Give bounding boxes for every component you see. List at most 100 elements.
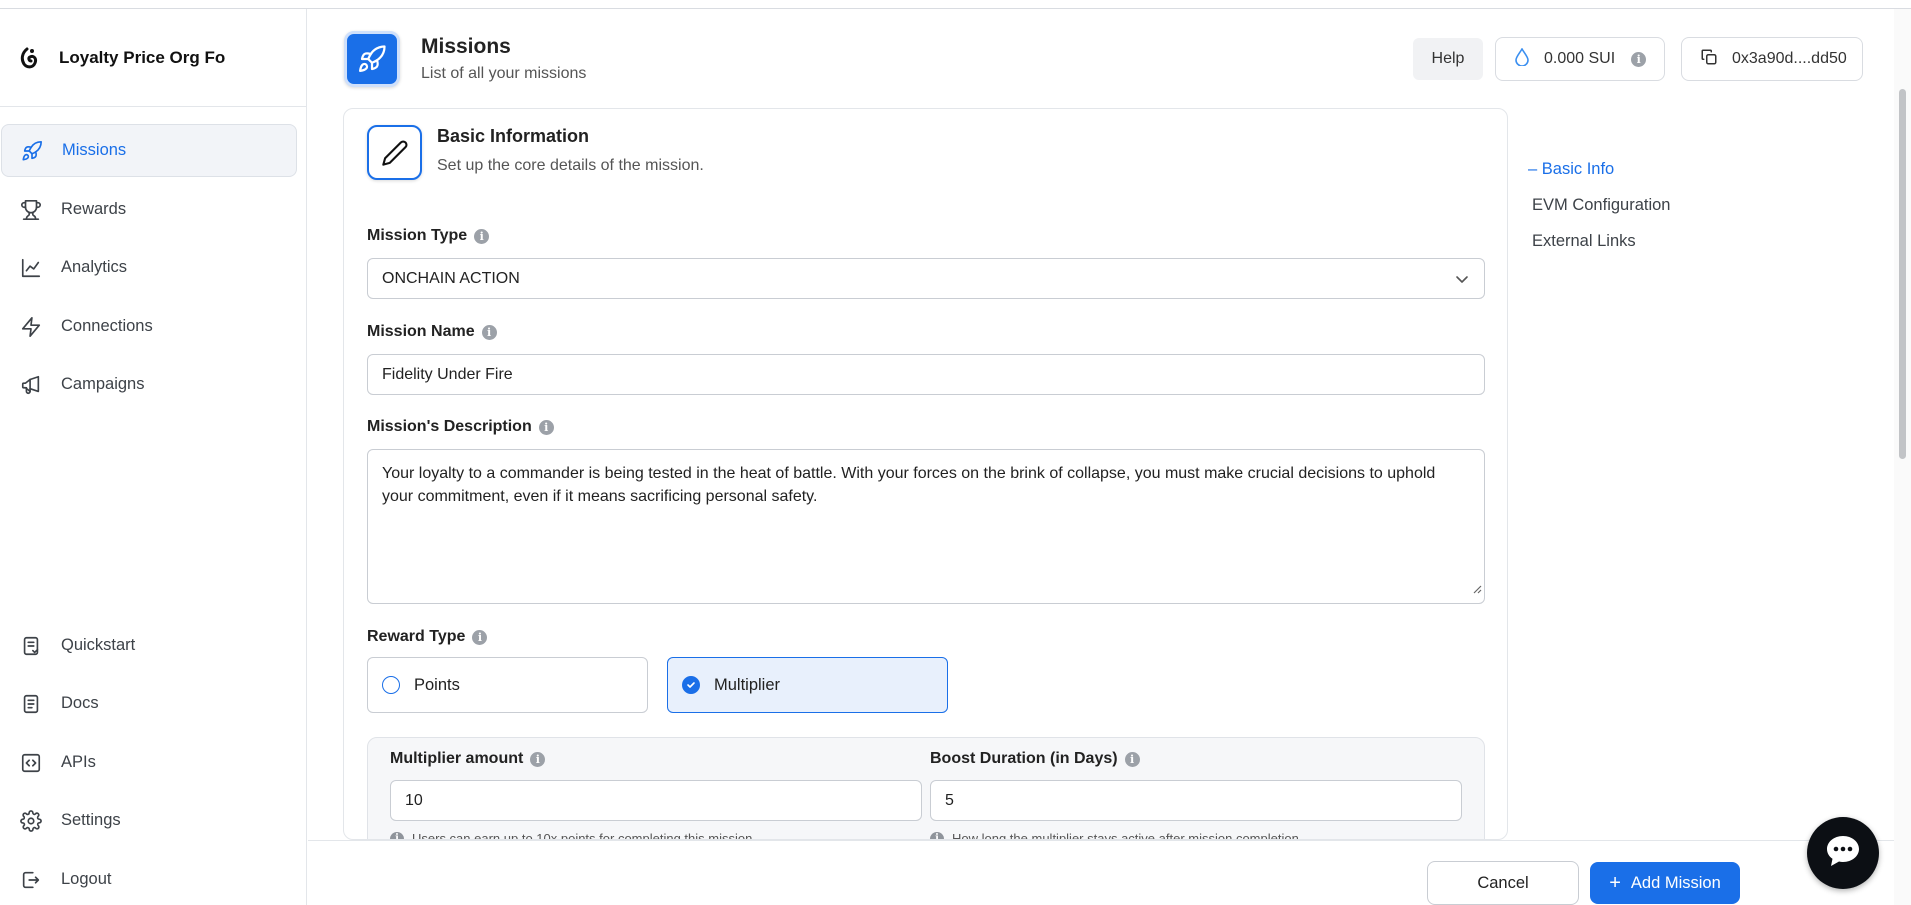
sidebar-item-quickstart[interactable]: Quickstart xyxy=(1,619,297,672)
mission-type-value: ONCHAIN ACTION xyxy=(382,269,520,287)
info-icon: i xyxy=(1631,51,1647,67)
help-button[interactable]: Help xyxy=(1413,38,1483,80)
mission-name-input[interactable]: Fidelity Under Fire xyxy=(367,354,1485,395)
basic-info-card: Basic Information Set up the core detail… xyxy=(343,108,1508,840)
sidebar-item-label: Campaigns xyxy=(61,375,145,393)
toc-item-evm-configuration[interactable]: EVM Configuration xyxy=(1532,196,1671,215)
logout-icon xyxy=(19,868,43,892)
info-icon[interactable]: i xyxy=(474,228,490,244)
multiplier-input[interactable]: 10 xyxy=(390,780,922,821)
megaphone-icon xyxy=(19,373,43,397)
reward-option-label: Multiplier xyxy=(714,675,781,694)
sidebar-item-label: Docs xyxy=(61,694,99,712)
description-label: Mission's Description i xyxy=(367,418,554,436)
mission-type-label-text: Mission Type xyxy=(367,227,468,244)
toc-item-external-links[interactable]: External Links xyxy=(1532,232,1636,251)
org-logo-icon xyxy=(18,47,40,69)
boost-duration-hint-text: How long the multiplier stays active aft… xyxy=(952,831,1299,840)
info-icon[interactable]: i xyxy=(481,324,497,340)
description-textarea[interactable]: Your loyalty to a commander is being tes… xyxy=(367,449,1485,604)
sidebar-item-logout[interactable]: Logout xyxy=(1,853,297,905)
multiplier-hint: i Users can earn up to 10x points for co… xyxy=(390,831,753,840)
reward-type-label-text: Reward Type xyxy=(367,628,466,645)
chevron-down-icon xyxy=(1454,271,1470,292)
resize-handle-icon[interactable] xyxy=(1472,578,1482,601)
gear-icon xyxy=(19,809,43,833)
plus-icon: + xyxy=(1609,872,1621,894)
sidebar-item-label: Rewards xyxy=(61,200,127,218)
wallet-address: 0x3a90d....dd50 xyxy=(1732,50,1847,67)
sidebar-item-label: Quickstart xyxy=(61,636,136,654)
info-icon[interactable]: i xyxy=(472,629,488,645)
sidebar-item-missions[interactable]: Missions xyxy=(1,124,297,177)
mission-name-value: Fidelity Under Fire xyxy=(382,365,513,383)
sidebar-item-label: Settings xyxy=(61,811,121,829)
mission-type-select[interactable]: ONCHAIN ACTION xyxy=(367,258,1485,299)
info-icon: i xyxy=(930,831,944,839)
mission-name-label: Mission Name i xyxy=(367,323,497,341)
info-icon[interactable]: i xyxy=(1124,751,1140,767)
info-icon: i xyxy=(390,831,404,839)
multiplier-settings: Multiplier amount i 10 i Users can earn … xyxy=(367,737,1485,840)
description-value: Your loyalty to a commander is being tes… xyxy=(382,465,1436,505)
sidebar-item-analytics[interactable]: Analytics xyxy=(1,241,297,294)
page-subtitle: List of all your missions xyxy=(421,65,587,82)
sidebar-item-label: APIs xyxy=(61,753,96,771)
org-name: Loyalty Price Org Fo xyxy=(59,47,226,67)
rocket-icon xyxy=(20,139,44,163)
chat-launcher-button[interactable] xyxy=(1807,817,1879,889)
scrollbar-thumb[interactable] xyxy=(1899,89,1906,459)
section-subtitle: Set up the core details of the mission. xyxy=(437,157,704,174)
multiplier-hint-text: Users can earn up to 10x points for comp… xyxy=(412,831,753,840)
mission-name-label-text: Mission Name xyxy=(367,323,475,340)
rocket-icon xyxy=(344,31,400,87)
document-icon xyxy=(19,692,43,716)
sidebar-item-docs[interactable]: Docs xyxy=(1,677,297,730)
code-icon xyxy=(19,751,43,775)
lightning-icon xyxy=(19,315,43,339)
multiplier-label: Multiplier amount i xyxy=(390,750,546,768)
boost-duration-label: Boost Duration (in Days) i xyxy=(930,750,1140,768)
sidebar-item-apis[interactable]: APIs xyxy=(1,736,297,789)
radio-checked-icon xyxy=(682,676,700,694)
section-title: Basic Information xyxy=(437,126,590,146)
sidebar-item-label: Logout xyxy=(61,870,112,888)
line-chart-icon xyxy=(19,256,43,280)
wallet-balance-button[interactable]: 0.000 SUI i xyxy=(1495,37,1665,81)
pencil-icon xyxy=(367,125,422,180)
reward-option-label: Points xyxy=(414,675,460,694)
toc-item-basic-info[interactable]: – Basic Info xyxy=(1528,160,1614,179)
mission-type-label: Mission Type i xyxy=(367,227,490,245)
sidebar-item-rewards[interactable]: Rewards xyxy=(1,183,297,236)
boost-duration-input[interactable]: 5 xyxy=(930,780,1462,821)
wallet-balance: 0.000 SUI xyxy=(1544,50,1616,67)
quickstart-icon xyxy=(19,634,43,658)
wallet-address-button[interactable]: 0x3a90d....dd50 xyxy=(1681,37,1863,81)
sidebar-item-label: Analytics xyxy=(61,258,128,276)
multiplier-label-text: Multiplier amount xyxy=(390,750,524,767)
reward-option-points[interactable]: Points xyxy=(367,657,648,713)
copy-icon xyxy=(1700,48,1718,71)
sidebar-item-campaigns[interactable]: Campaigns xyxy=(1,358,297,411)
add-mission-label: Add Mission xyxy=(1630,873,1721,892)
page-scrollbar[interactable] xyxy=(1894,9,1911,905)
reward-option-multiplier[interactable]: Multiplier xyxy=(667,657,948,713)
boost-duration-value: 5 xyxy=(945,791,954,809)
description-label-text: Mission's Description xyxy=(367,418,532,435)
page-title: Missions xyxy=(421,35,511,58)
form-footer: Cancel + Add Mission xyxy=(308,840,1911,905)
cancel-button[interactable]: Cancel xyxy=(1427,861,1579,905)
org-header[interactable]: Loyalty Price Org Fo xyxy=(0,9,306,107)
info-icon[interactable]: i xyxy=(530,751,546,767)
multiplier-value: 10 xyxy=(405,791,423,809)
sidebar-item-settings[interactable]: Settings xyxy=(1,794,297,847)
info-icon[interactable]: i xyxy=(538,419,554,435)
sidebar-item-connections[interactable]: Connections xyxy=(1,300,297,353)
add-mission-button[interactable]: + Add Mission xyxy=(1590,862,1740,904)
trophy-icon xyxy=(19,198,43,222)
boost-duration-label-text: Boost Duration (in Days) xyxy=(930,750,1118,767)
top-border xyxy=(0,0,1911,9)
sidebar: Loyalty Price Org Fo Missions Rewards An… xyxy=(0,9,307,905)
sidebar-item-label: Connections xyxy=(61,317,153,335)
reward-type-label: Reward Type i xyxy=(367,628,488,646)
